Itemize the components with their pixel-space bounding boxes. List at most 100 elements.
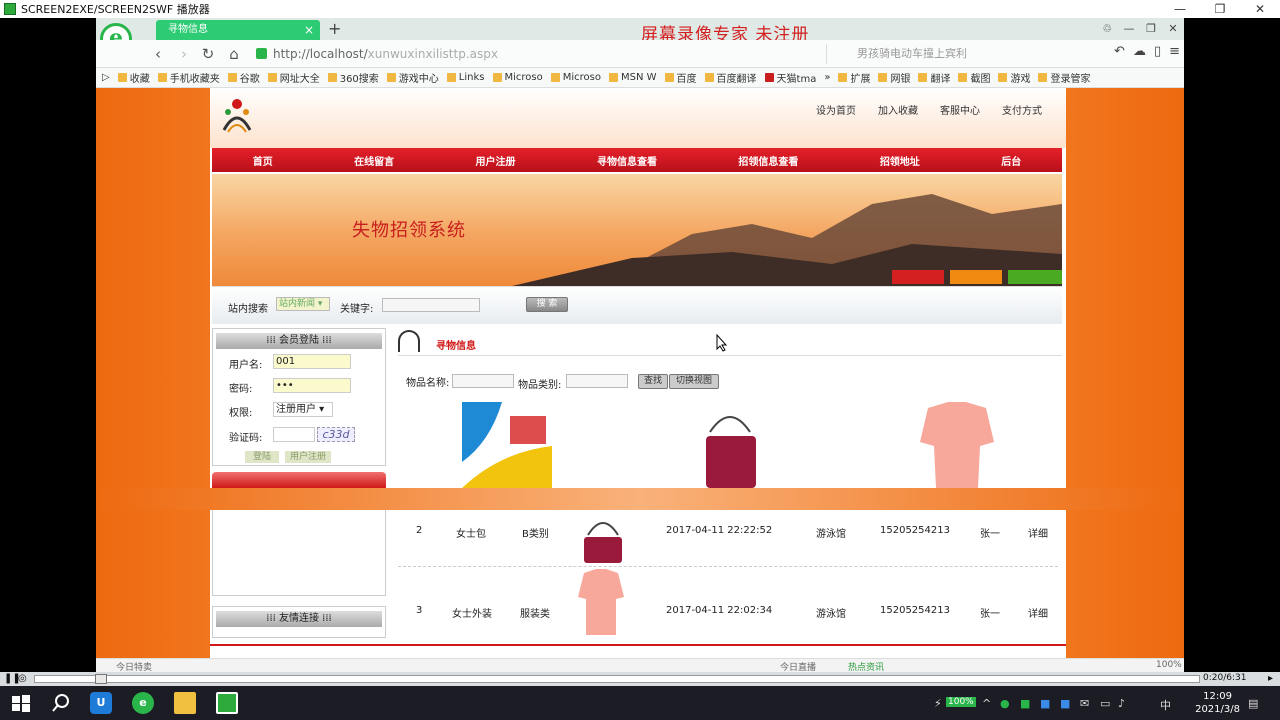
bookmark[interactable]: 游戏 bbox=[998, 70, 1030, 85]
status-news[interactable]: 热点资讯 bbox=[848, 660, 884, 672]
add-favorite-link[interactable]: 加入收藏 bbox=[878, 102, 918, 117]
sidebar-toggle-icon[interactable]: ▷ bbox=[102, 72, 110, 83]
role-label: 权限: bbox=[229, 408, 253, 419]
app-u-icon[interactable]: U bbox=[90, 692, 112, 714]
detail-link[interactable]: 详细 bbox=[1028, 605, 1048, 620]
power-icon[interactable]: ⚡ bbox=[934, 697, 942, 710]
search-scope-select[interactable]: 站内新闻 ▾ bbox=[276, 297, 330, 311]
wechat-icon[interactable]: ✉ bbox=[1080, 697, 1089, 710]
home-icon[interactable]: ⌂ bbox=[224, 44, 244, 64]
tray-expand-icon[interactable]: ^ bbox=[982, 697, 991, 710]
address-bar[interactable]: http://localhost/xunwuxinxilisttp.aspx bbox=[256, 44, 816, 64]
skin-icon[interactable]: ♲ bbox=[1096, 18, 1118, 40]
notifications-icon[interactable]: ▤ bbox=[1248, 697, 1258, 710]
menu-found-items[interactable]: 招领信息查看 bbox=[738, 153, 798, 168]
end-icon[interactable]: ▸ bbox=[1268, 673, 1273, 684]
bookmark[interactable]: 网银 bbox=[878, 70, 910, 85]
captcha-input[interactable] bbox=[273, 427, 315, 442]
restore-button[interactable]: ❐ bbox=[1200, 0, 1240, 18]
undo-icon[interactable]: ↶ bbox=[1114, 44, 1125, 59]
keyword-input[interactable] bbox=[382, 298, 480, 312]
network-icon[interactable]: ▭ bbox=[1100, 697, 1110, 710]
windows-start-icon[interactable] bbox=[10, 692, 32, 714]
refresh-icon[interactable]: ↻ bbox=[198, 44, 218, 64]
captcha-image[interactable]: c33d bbox=[317, 427, 355, 442]
back-icon[interactable]: ‹ bbox=[148, 44, 168, 64]
seek-bar[interactable] bbox=[34, 674, 1200, 684]
captcha-label: 验证码: bbox=[229, 433, 263, 444]
menu-home[interactable]: 首页 bbox=[253, 153, 273, 168]
bookmark[interactable]: 360搜索 bbox=[327, 70, 379, 85]
status-zoom[interactable]: 100% bbox=[1156, 660, 1182, 670]
login-button[interactable]: 登陆 bbox=[245, 451, 279, 463]
seek-handle[interactable] bbox=[95, 674, 107, 684]
customer-service-link[interactable]: 客服中心 bbox=[940, 102, 980, 117]
site-container: 设为首页 加入收藏 客服中心 支付方式 首页 在线留言 用户注册 寻物信息查看 … bbox=[210, 88, 1066, 488]
tray-app-icon[interactable]: ■ bbox=[1020, 697, 1030, 710]
menu-icon[interactable]: ≡ bbox=[1169, 44, 1180, 59]
switch-view-button[interactable]: 切换视图 bbox=[669, 374, 719, 389]
rewind-icon[interactable]: ◎ bbox=[18, 673, 27, 684]
bookmark[interactable]: 谷歌 bbox=[227, 70, 260, 85]
cell-type: 服装类 bbox=[520, 609, 550, 620]
forward-icon[interactable]: › bbox=[174, 44, 194, 64]
menu-lost-items[interactable]: 寻物信息查看 bbox=[597, 153, 657, 168]
search-icon[interactable] bbox=[50, 692, 72, 714]
item-type-input[interactable] bbox=[566, 374, 628, 388]
bookmark[interactable]: 网址大全 bbox=[267, 70, 320, 85]
bookmark[interactable]: 百度翻译 bbox=[704, 70, 757, 85]
bookmark[interactable]: Microso bbox=[550, 72, 601, 83]
browser-minimize-button[interactable]: — bbox=[1118, 18, 1140, 40]
recorder-app-icon[interactable] bbox=[216, 692, 238, 714]
find-button[interactable]: 查找 bbox=[638, 374, 668, 389]
site-search-button[interactable]: 搜 索 bbox=[526, 297, 568, 312]
username-input[interactable]: 001 bbox=[273, 354, 351, 369]
tray-app-icon[interactable]: ■ bbox=[1060, 697, 1070, 710]
browser-close-button[interactable]: ✕ bbox=[1162, 18, 1184, 40]
browser-search-input[interactable]: 男孩骑电动车撞上宾利 bbox=[826, 44, 1076, 64]
bookmark[interactable]: Microso bbox=[492, 72, 543, 83]
new-tab-button[interactable]: + bbox=[328, 18, 341, 40]
cloud-icon[interactable]: ☁ bbox=[1133, 44, 1146, 59]
browser-restore-button[interactable]: ❐ bbox=[1140, 18, 1162, 40]
bookmark[interactable]: 翻译 bbox=[918, 70, 950, 85]
table-row[interactable]: 3 女士外装 服装类 2017-04-11 22:02:34 游泳馆 15205… bbox=[398, 569, 1058, 655]
item-name-input[interactable] bbox=[452, 374, 514, 388]
browser-360-icon[interactable]: e bbox=[132, 692, 154, 714]
detail-link[interactable]: 详细 bbox=[1028, 525, 1048, 540]
tray-app-icon[interactable]: ■ bbox=[1040, 697, 1050, 710]
close-button[interactable]: ✕ bbox=[1240, 0, 1280, 18]
menu-message[interactable]: 在线留言 bbox=[354, 153, 394, 168]
menu-admin[interactable]: 后台 bbox=[1001, 153, 1021, 168]
tab-active[interactable]: 寻物信息 × bbox=[156, 20, 320, 40]
bookmark[interactable]: 扩展 bbox=[838, 70, 870, 85]
bookmark[interactable]: 百度 bbox=[664, 70, 697, 85]
role-select[interactable]: 注册用户 ▾ bbox=[273, 402, 333, 417]
bookmark[interactable]: 天猫tma bbox=[764, 70, 816, 85]
minimize-button[interactable]: — bbox=[1160, 0, 1200, 18]
bookmark[interactable]: 游戏中心 bbox=[386, 70, 439, 85]
bookmark[interactable]: 登录管家 bbox=[1038, 70, 1090, 85]
ime-indicator[interactable]: 中 bbox=[1160, 697, 1171, 713]
register-button[interactable]: 用户注册 bbox=[285, 451, 331, 463]
bookmark[interactable]: 手机收藏夹 bbox=[157, 70, 220, 85]
menu-claim-address[interactable]: 招领地址 bbox=[880, 153, 920, 168]
more-bookmarks-icon[interactable]: » bbox=[824, 72, 830, 83]
status-live[interactable]: 今日直播 bbox=[780, 660, 816, 672]
tray-app-icon[interactable]: ● bbox=[1000, 697, 1010, 710]
volume-icon[interactable]: ♪ bbox=[1118, 697, 1125, 710]
battery-indicator[interactable]: 100% bbox=[946, 697, 976, 707]
bookmark[interactable]: 收藏 bbox=[117, 70, 150, 85]
set-homepage-link[interactable]: 设为首页 bbox=[816, 102, 856, 117]
clock[interactable]: 12:09 2021/3/8 bbox=[1195, 690, 1240, 716]
password-input[interactable]: ••• bbox=[273, 378, 351, 393]
bookmark[interactable]: Links bbox=[446, 72, 485, 83]
phone-icon[interactable]: ▯ bbox=[1154, 44, 1161, 59]
bookmark[interactable]: 截图 bbox=[958, 70, 990, 85]
file-explorer-icon[interactable] bbox=[174, 692, 196, 714]
payment-link[interactable]: 支付方式 bbox=[1002, 102, 1042, 117]
menu-register[interactable]: 用户注册 bbox=[476, 153, 516, 168]
tab-close-icon[interactable]: × bbox=[304, 20, 314, 40]
bookmark[interactable]: MSN W bbox=[609, 72, 657, 83]
status-deals[interactable]: 今日特卖 bbox=[116, 660, 152, 672]
